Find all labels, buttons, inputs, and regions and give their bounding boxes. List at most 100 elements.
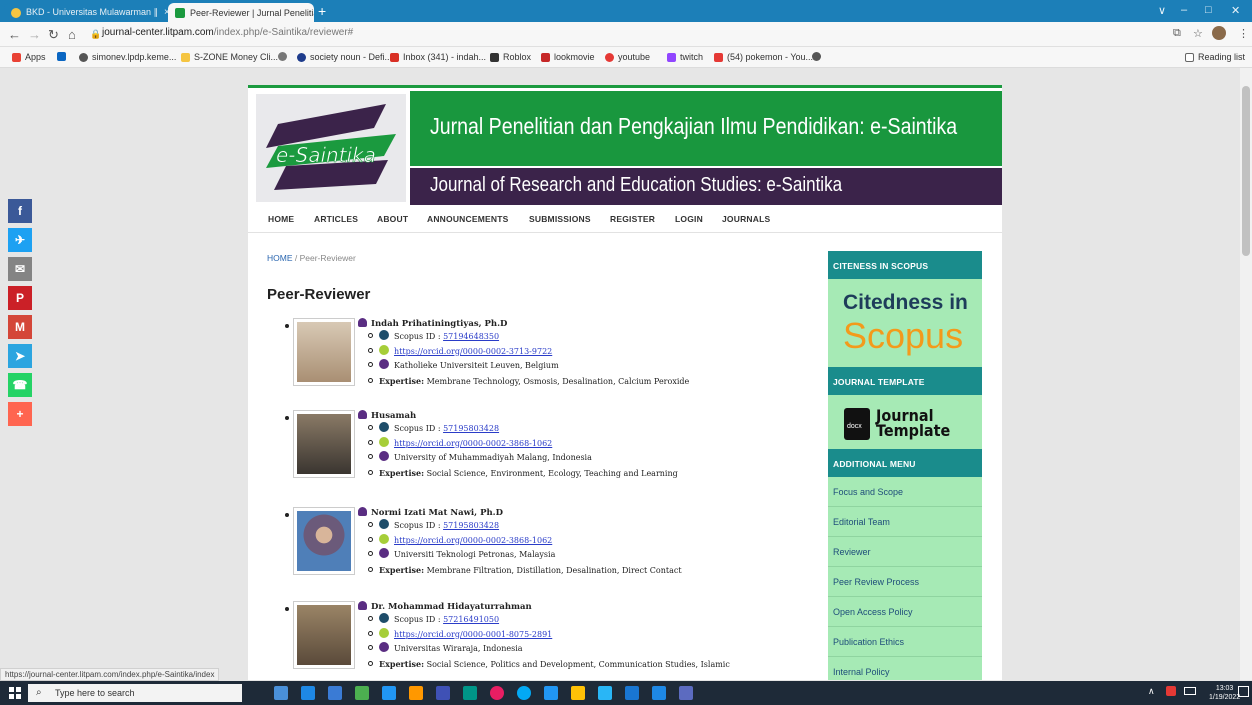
app-icon[interactable] (571, 686, 585, 700)
orcid-line: https://orcid.org/0000-0001-8075-2891 (368, 627, 730, 643)
bookmark-society[interactable]: society noun - Defi... (297, 52, 392, 62)
task-view-icon[interactable] (274, 686, 288, 700)
bookmark-roblox[interactable]: Roblox (490, 52, 531, 62)
orcid-link[interactable]: https://orcid.org/0000-0002-3713-9722 (394, 347, 552, 356)
nav-register[interactable]: REGISTER (610, 214, 655, 224)
tab-bkd[interactable]: BKD - Universitas Mulawarman ∥ × (4, 3, 168, 22)
pinterest-icon[interactable]: P (8, 286, 32, 310)
email-icon[interactable]: ✉ (8, 257, 32, 281)
tab-peer-reviewer[interactable]: Peer-Reviewer | Jurnal Penelitian × (168, 3, 314, 22)
bookmark-twitch[interactable]: twitch (667, 52, 703, 62)
menu-focus-and-scope[interactable]: Focus and Scope (828, 477, 982, 507)
forward-arrow-icon[interactable]: → (28, 27, 41, 42)
bookmark-star-icon[interactable]: ☆ (1193, 27, 1203, 40)
outlook-icon[interactable] (328, 686, 342, 700)
nav-announcements[interactable]: ANNOUNCEMENTS (427, 214, 508, 224)
orcid-link[interactable]: https://orcid.org/0000-0001-8075-2891 (394, 630, 552, 639)
app-icon[interactable] (598, 686, 612, 700)
box-icon[interactable] (652, 686, 666, 700)
restore-button[interactable]: □ (1205, 4, 1212, 16)
reviewer-item: Husamah Scopus ID : 57195803428 https://… (285, 410, 785, 490)
bookmark-youtube[interactable]: youtube (605, 52, 650, 62)
menu-kebab-icon[interactable]: ⋮ (1238, 27, 1249, 40)
app-icon[interactable] (544, 686, 558, 700)
menu-publication-ethics[interactable]: Publication Ethics (828, 627, 982, 657)
notification-icon[interactable] (1238, 686, 1249, 697)
url-field[interactable]: journal-center.litpam.com/index.php/e-Sa… (102, 27, 353, 38)
tab-close-icon[interactable]: × (158, 7, 168, 18)
scopus-id-link[interactable]: 57195803428 (443, 521, 499, 530)
app-icon[interactable] (436, 686, 450, 700)
lock-icon[interactable]: 🔒 (90, 29, 101, 40)
nav-login[interactable]: LOGIN (675, 214, 703, 224)
nav-journals[interactable]: JOURNALS (722, 214, 770, 224)
new-tab-button[interactable]: + (318, 3, 326, 19)
back-arrow-icon[interactable]: ← (8, 27, 21, 42)
gmail-icon[interactable]: M (8, 315, 32, 339)
bookmark-linkedin[interactable] (57, 52, 70, 61)
bookmark-misc[interactable] (812, 52, 825, 61)
telegram-icon[interactable]: ➤ (8, 344, 32, 368)
tray-chevron-icon[interactable]: ∧ (1148, 686, 1155, 697)
scopus-id-link[interactable]: 57194648350 (443, 332, 499, 341)
skype-icon[interactable] (517, 686, 531, 700)
edge-icon[interactable] (301, 686, 315, 700)
windows-start-icon[interactable] (9, 687, 21, 699)
share-page-icon[interactable]: ⧉ (1173, 27, 1181, 40)
bookmark-apps[interactable]: Apps (12, 52, 46, 62)
orcid-link[interactable]: https://orcid.org/0000-0002-3868-1062 (394, 439, 552, 448)
scopus-id-link[interactable]: 57216491050 (443, 615, 499, 624)
facebook-icon[interactable]: f (8, 199, 32, 223)
chrome-icon[interactable] (490, 686, 504, 700)
tab-search-chevron-icon[interactable]: ∨ (1158, 4, 1166, 17)
citedness-in-scopus-banner[interactable]: Citedness in Scopus (828, 279, 982, 367)
bookmark-generic[interactable] (278, 52, 291, 61)
bookmark-simonev[interactable]: simonev.lpdp.keme... (79, 52, 176, 62)
journal-template-heading: JOURNAL TEMPLATE (828, 367, 982, 395)
scopus-id-link[interactable]: 57195803428 (443, 424, 499, 433)
menu-peer-review-process[interactable]: Peer Review Process (828, 567, 982, 597)
breadcrumb-home-link[interactable]: HOME (267, 253, 293, 263)
profile-avatar[interactable] (1212, 26, 1226, 40)
scopus-line: Scopus ID : 57195803428 (368, 519, 682, 534)
bookmark-szone[interactable]: S-ZONE Money Cli... (181, 52, 278, 62)
app-icon[interactable] (409, 686, 423, 700)
menu-reviewer[interactable]: Reviewer (828, 537, 982, 567)
app-icon[interactable] (463, 686, 477, 700)
scrollbar-thumb[interactable] (1242, 86, 1250, 256)
tray-app-icon[interactable] (1166, 686, 1176, 696)
orcid-link[interactable]: https://orcid.org/0000-0002-3868-1062 (394, 536, 552, 545)
journal-template-banner[interactable]: docx Journal Template (828, 395, 982, 449)
menu-internal-policy[interactable]: Internal Policy (828, 657, 982, 680)
expertise-line: Expertise: Social Science, Environment, … (368, 466, 678, 482)
battery-icon[interactable] (1184, 687, 1196, 695)
menu-open-access-policy[interactable]: Open Access Policy (828, 597, 982, 627)
list-bullet (285, 416, 289, 420)
esaintika-logo[interactable]: e-Saintika (256, 94, 406, 202)
vertical-scrollbar[interactable] (1240, 68, 1252, 680)
taskbar-search-input[interactable]: ⌕ Type here to search (28, 684, 242, 702)
bookmark-gmail[interactable]: Inbox (341) - indah... (390, 52, 486, 62)
bookmark-lookmovie[interactable]: lookmovie (541, 52, 595, 62)
url-host: journal-center.litpam.com (102, 27, 214, 38)
nav-about[interactable]: ABOUT (377, 214, 408, 224)
reading-list-button[interactable]: Reading list (1185, 52, 1245, 62)
app-icon[interactable] (625, 686, 639, 700)
more-share-icon[interactable]: + (8, 402, 32, 426)
app-icon[interactable] (382, 686, 396, 700)
minimize-button[interactable]: – (1181, 4, 1187, 16)
nav-articles[interactable]: ARTICLES (314, 214, 358, 224)
calculator-icon[interactable] (355, 686, 369, 700)
reload-icon[interactable]: ↻ (48, 27, 59, 43)
menu-editorial-team[interactable]: Editorial Team (828, 507, 982, 537)
home-icon[interactable]: ⌂ (68, 27, 76, 42)
taskbar-clock[interactable]: 13:03 1/19/2022 (1209, 684, 1240, 702)
twitter-icon[interactable]: ✈ (8, 228, 32, 252)
bookmark-youtube-pokemon[interactable]: (54) pokemon - You... (714, 52, 813, 62)
bookmarks-bar: Apps simonev.lpdp.keme... S-ZONE Money C… (0, 47, 1252, 68)
nav-submissions[interactable]: SUBMISSIONS (529, 214, 591, 224)
nav-home[interactable]: HOME (268, 214, 294, 224)
close-window-button[interactable]: ✕ (1231, 4, 1240, 17)
whatsapp-icon[interactable]: ☎ (8, 373, 32, 397)
teams-icon[interactable] (679, 686, 693, 700)
